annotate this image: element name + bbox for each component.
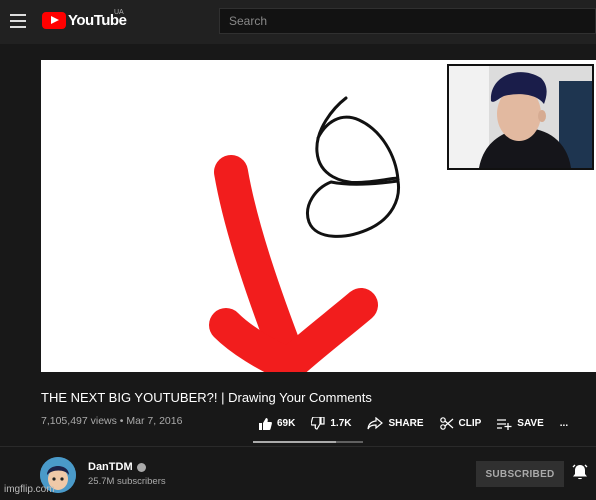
video-meta: 7,105,497 views • Mar 7, 2016: [41, 415, 183, 427]
clip-button[interactable]: CLIP: [439, 417, 482, 430]
like-button[interactable]: 69K: [258, 417, 295, 430]
youtube-logo[interactable]: YouTube UA: [42, 9, 127, 29]
search-input[interactable]: Search: [219, 8, 596, 34]
sentiment-bar: [253, 441, 363, 443]
share-icon: [367, 417, 384, 430]
country-code: UA: [114, 9, 124, 16]
save-button[interactable]: SAVE: [497, 418, 544, 430]
facecam-overlay: [447, 64, 594, 170]
channel-name[interactable]: DanTDM: [88, 461, 146, 473]
action-bar: 69K 1.7K SHARE CLIP SAVE ...: [258, 417, 584, 430]
dislike-button[interactable]: 1.7K: [311, 417, 351, 430]
save-label: SAVE: [517, 418, 544, 429]
scissors-icon: [439, 417, 453, 430]
youtube-play-icon: [42, 12, 66, 29]
like-count: 69K: [277, 418, 296, 429]
thumbs-down-icon: [311, 417, 325, 430]
channel-name-text: DanTDM: [88, 461, 133, 473]
more-icon: ...: [559, 418, 569, 429]
more-button[interactable]: ...: [560, 418, 568, 429]
divider: [0, 446, 596, 447]
playlist-add-icon: [497, 418, 512, 430]
top-bar: YouTube UA Search: [0, 0, 596, 44]
view-count: 7,105,497 views: [41, 415, 117, 427]
search-placeholder: Search: [229, 14, 268, 28]
share-button[interactable]: SHARE: [367, 417, 424, 430]
bell-icon[interactable]: [572, 464, 588, 486]
watermark: imgflip.com: [4, 484, 55, 495]
verified-icon: [136, 462, 146, 472]
thumbs-up-icon: [259, 418, 272, 430]
publish-date: Mar 7, 2016: [126, 415, 183, 427]
sentiment-bar-fill: [253, 441, 336, 443]
subscriber-count: 25.7M subscribers: [88, 476, 166, 487]
subscribe-button[interactable]: SUBSCRIBED: [476, 461, 564, 487]
share-label: SHARE: [388, 418, 424, 429]
dislike-count: 1.7K: [330, 418, 352, 429]
video-title: THE NEXT BIG YOUTUBER?! | Drawing Your C…: [41, 390, 372, 405]
clip-label: CLIP: [458, 418, 482, 429]
menu-icon[interactable]: [10, 14, 26, 28]
